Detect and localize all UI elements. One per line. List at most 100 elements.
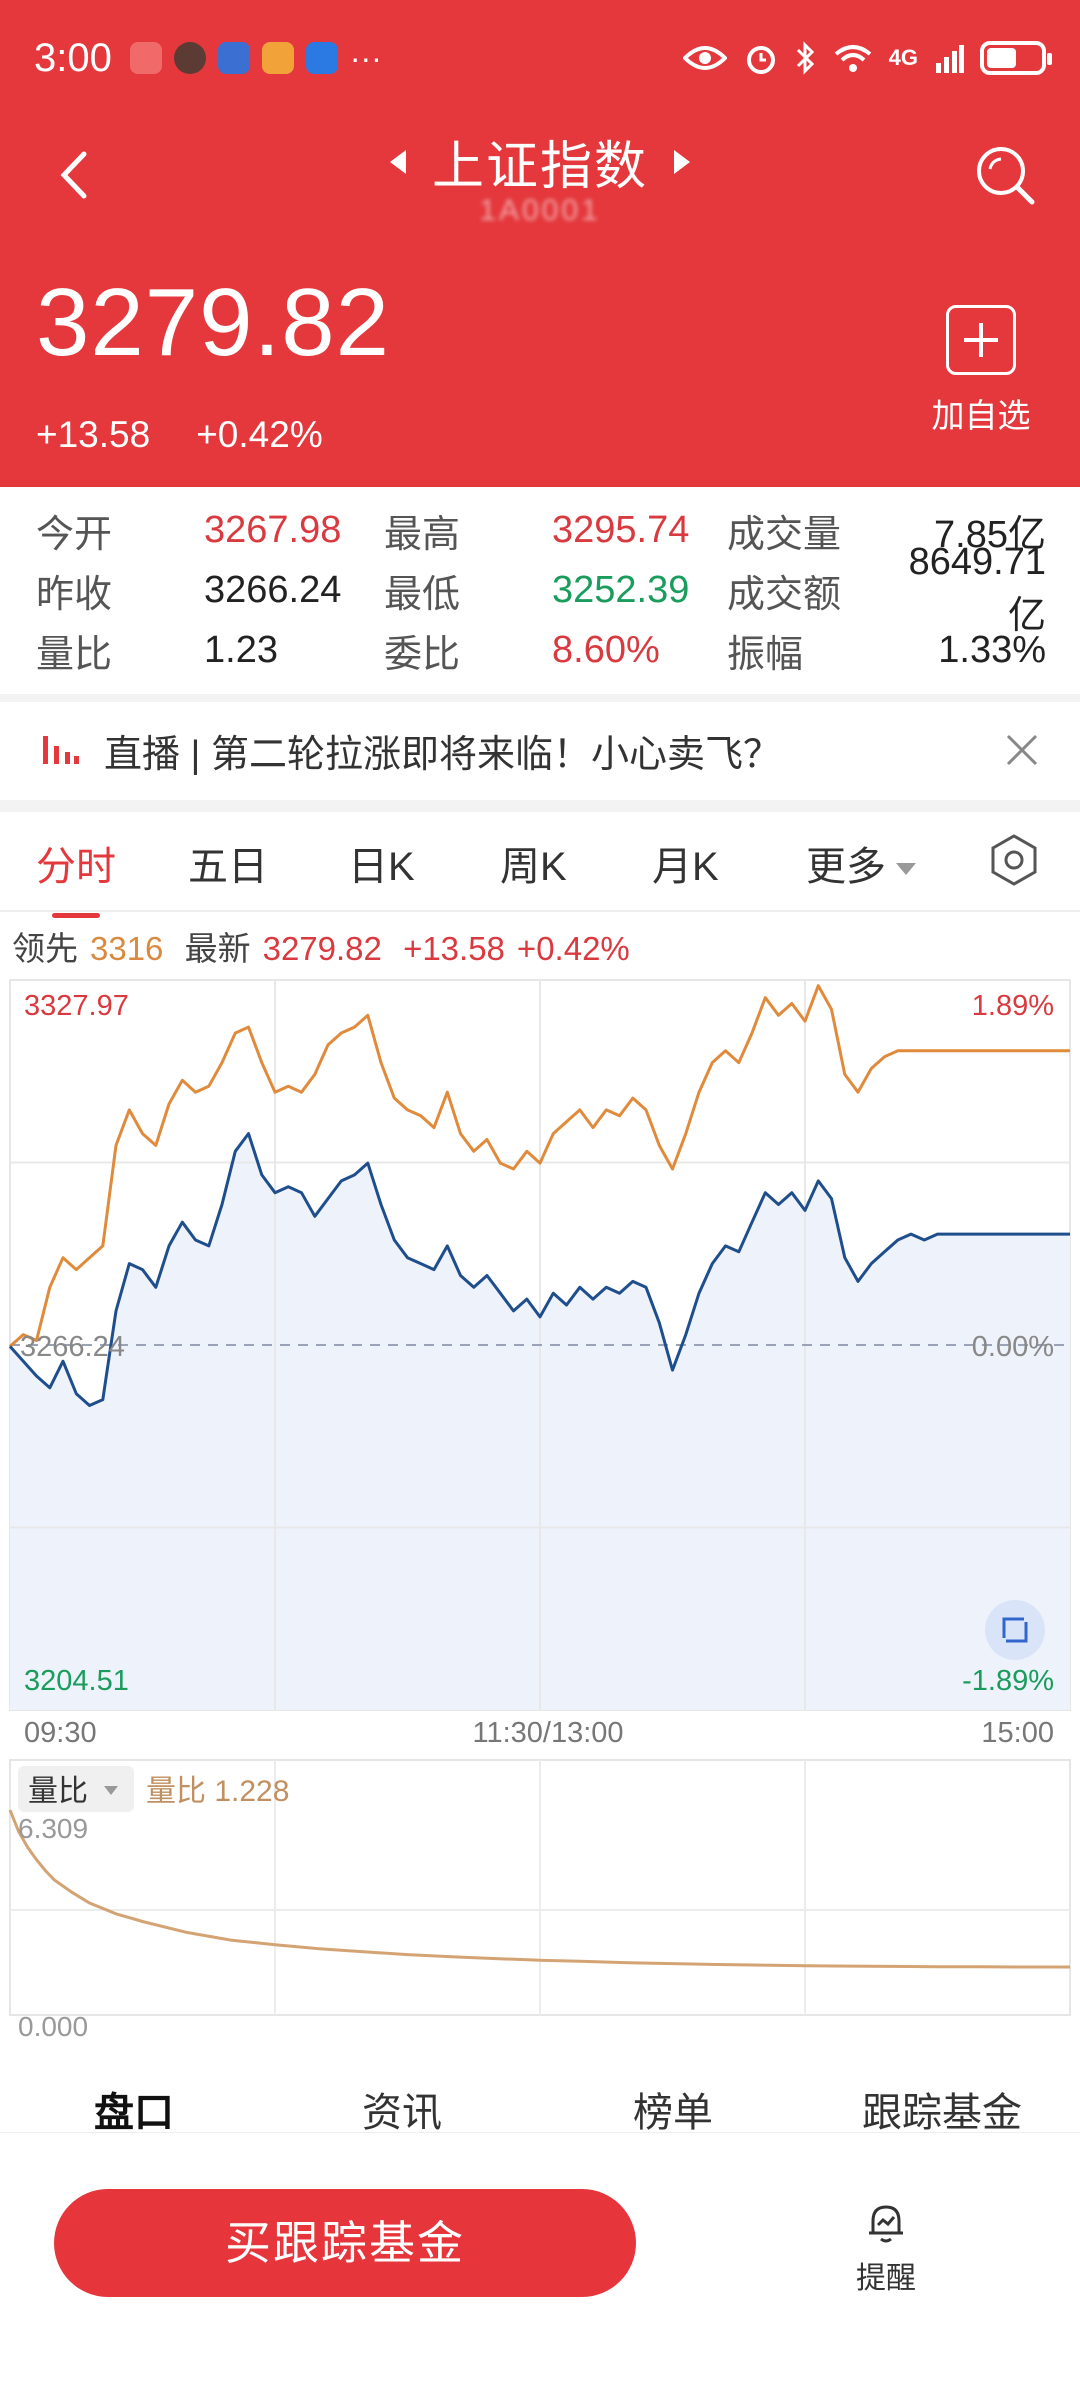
avatar-notification-icon [173, 42, 206, 74]
quote-label: 成交量 [727, 513, 842, 556]
search-icon[interactable] [970, 140, 1040, 210]
quote-label: 量比 [36, 633, 113, 676]
quote-label: 今开 [36, 513, 113, 556]
browser-notification-icon [217, 42, 250, 74]
alipay-notification-icon [305, 42, 338, 74]
network-type: 4G [888, 45, 918, 70]
time-mid-label: 11:30/13:00 [472, 1717, 623, 1749]
time-start-label: 09:30 [24, 1717, 97, 1749]
quote-label: 昨收 [36, 573, 113, 616]
add-favorite-button[interactable]: 加自选 [926, 305, 1036, 437]
alarm-icon [746, 46, 775, 74]
live-bars-icon [43, 736, 79, 764]
tab-news[interactable]: 资讯 [362, 2080, 442, 2132]
tab-monthly-k[interactable]: 月K [652, 834, 719, 892]
quote-value: 3295.74 [552, 508, 690, 551]
bottom-tabs: 盘口 资讯 榜单 跟踪基金 [0, 2080, 1080, 2132]
quote-label: 成交额 [727, 573, 842, 616]
bell-icon [869, 2205, 903, 2243]
battery-icon [980, 41, 1052, 75]
tab-intraday[interactable]: 分时 [36, 834, 116, 918]
buy-tracking-fund-button[interactable]: 买跟踪基金 [54, 2189, 636, 2297]
quote-value: 8.60% [552, 628, 660, 671]
top-price-label: 3327.97 [24, 990, 129, 1022]
status-bar: 3:00 ··· 4G [34, 30, 1052, 86]
quote-label: 振幅 [727, 633, 804, 676]
status-time: 3:00 [34, 35, 112, 80]
mid-price-label: 3266.24 [20, 1331, 125, 1363]
battery-level [987, 48, 1016, 68]
bottom-pct-label: -1.89% [962, 1665, 1054, 1697]
latest-change: +13.58 [403, 930, 505, 967]
lead-line: 领先 3316 最新 3279.82 +13.58 +0.42% [12, 922, 642, 970]
remind-label: 提醒 [856, 2262, 916, 2295]
remind-button[interactable]: 提醒 [836, 2197, 936, 2297]
quote-value: 1.23 [204, 628, 278, 671]
sub-indicator-selector[interactable]: 量比 [18, 1766, 134, 1812]
lead-label: 领先 [12, 930, 78, 967]
plus-icon [946, 305, 1016, 375]
tab-tracking-funds[interactable]: 跟踪基金 [862, 2080, 1022, 2132]
latest-label: 最新 [184, 930, 251, 967]
live-banner[interactable]: 直播 | 第二轮拉涨即将来临！小心卖飞？ [0, 700, 1080, 800]
tab-more[interactable]: 更多 [806, 834, 916, 892]
sub-top-label: 6.309 [18, 1813, 88, 1844]
tab-more-label: 更多 [806, 845, 886, 889]
sub-indicator-label: 量比 [28, 1775, 88, 1808]
chart-tabs: 分时 五日 日K 周K 月K 更多 [0, 810, 1080, 918]
eye-icon [682, 46, 727, 70]
bluetooth-icon [796, 41, 814, 75]
quote-value: 8649.71亿 [908, 541, 1046, 637]
quote-label: 最高 [384, 513, 461, 556]
tab-order-book[interactable]: 盘口 [94, 2080, 174, 2132]
index-code: 1A0001 [479, 194, 601, 227]
change-percent: +0.42% [196, 414, 323, 455]
close-icon[interactable] [1002, 730, 1042, 770]
quote-value: 3267.98 [204, 508, 342, 551]
price-change: +13.58 +0.42% [36, 414, 323, 456]
caret-down-icon [896, 863, 916, 876]
quote-grid: 今开 3267.98 最高 3295.74 成交量 7.85亿 昨收 3266.24 最低 325… [36, 500, 1046, 680]
tab-rankings[interactable]: 榜单 [633, 2080, 713, 2132]
tabs-divider [0, 910, 1080, 912]
quote-row: 量比 1.23 委比 8.60% 振幅 1.33% [36, 620, 1046, 680]
add-favorite-label: 加自选 [931, 397, 1031, 434]
lead-value: 3316 [90, 930, 164, 967]
more-notifications-icon: ··· [349, 39, 382, 76]
latest-change-percent: +0.42% [516, 930, 630, 967]
title-area: 上证指数 [0, 124, 1080, 199]
quote-value: 3266.24 [204, 568, 342, 611]
signal-icon [936, 45, 964, 73]
quote-value: 3252.39 [552, 568, 690, 611]
quote-label: 最低 [384, 573, 461, 616]
next-index-icon[interactable] [674, 149, 691, 174]
live-banner-text: 直播 | 第二轮拉涨即将来临！小心卖飞？ [104, 733, 781, 776]
mid-pct-label: 0.00% [972, 1331, 1054, 1363]
settings-icon[interactable] [986, 832, 1042, 888]
expand-chart-button[interactable] [985, 1600, 1045, 1660]
latest-value: 3279.82 [262, 930, 382, 967]
sub-value-label: 量比 1.228 [146, 1775, 289, 1808]
change-value: +13.58 [36, 414, 151, 455]
c-app-notification-icon [261, 42, 294, 74]
quote-row: 今开 3267.98 最高 3295.74 成交量 7.85亿 [36, 500, 1046, 560]
bottom-price-label: 3204.51 [24, 1665, 129, 1697]
footer-bar: 买跟踪基金 提醒 [0, 2132, 1080, 2400]
app-notification-icon [129, 42, 162, 74]
page-title: 上证指数 [431, 138, 648, 196]
top-pct-label: 1.89% [972, 990, 1054, 1022]
nav-bar: 上证指数 1A0001 [0, 110, 1080, 250]
time-end-label: 15:00 [981, 1717, 1054, 1749]
tab-weekly-k[interactable]: 周K [500, 834, 567, 892]
prev-index-icon[interactable] [389, 149, 406, 174]
intraday-chart[interactable]: 3327.97 3266.24 3204.51 1.89% 0.00% -1.8… [0, 970, 1080, 2050]
tab-five-day[interactable]: 五日 [188, 834, 268, 892]
tab-daily-k[interactable]: 日K [348, 834, 415, 892]
wifi-icon [834, 45, 871, 72]
quote-label: 委比 [384, 633, 461, 676]
sub-bottom-label: 0.000 [18, 2011, 88, 2042]
quote-value: 1.33% [938, 628, 1046, 671]
quote-row: 昨收 3266.24 最低 3252.39 成交额 8649.71亿 [36, 541, 1046, 637]
current-price: 3279.82 [36, 269, 391, 376]
header-panel: 3:00 ··· 4G 上证指数 1A0001 3279.82 +13.58 +… [0, 0, 1080, 487]
